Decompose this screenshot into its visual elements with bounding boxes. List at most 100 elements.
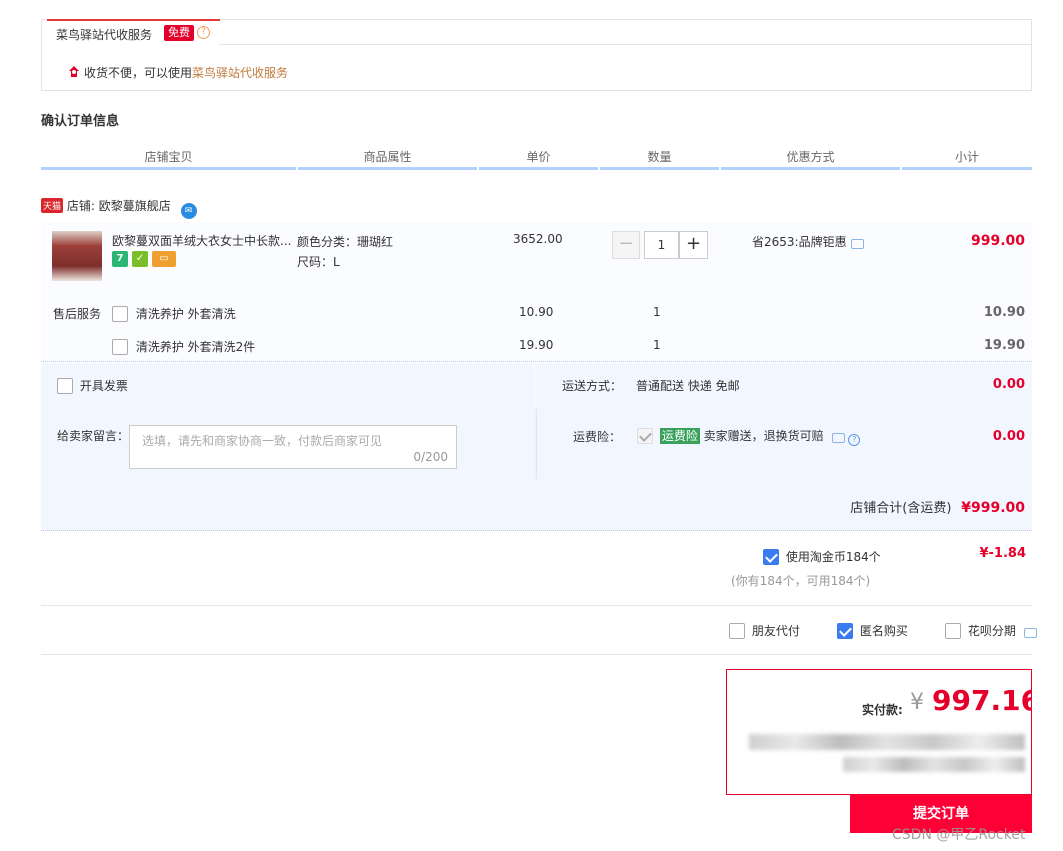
redacted-recipient [843,757,1025,772]
column-header-price: 单价 [479,148,598,170]
insurance-cell: 运费险： 运费险 卖家赠送，退换货可赔 ? 0.00 [536,409,1032,479]
message-placeholder: 选填，请先和商家协商一致，付款后商家可见 [142,434,383,448]
shop-name[interactable]: 店铺: 欧黎蔓旗舰店 [67,199,171,213]
redacted-address [749,734,1025,750]
message-label: 给卖家留言： [57,429,130,443]
shop-row: 天猫 店铺: 欧黎蔓旗舰店 ✉ [41,197,197,219]
invoice-cell: 开具发票 [41,363,535,408]
watermark: CSDN @甲乙Rocket [892,827,1026,843]
after-sales-total: 10.90 [983,305,1025,320]
promotion: 省2653:品牌钜惠 [752,233,864,250]
divider [41,605,1032,606]
section-title: 确认订单信息 [41,114,120,129]
after-sales-qty: 1 [653,305,661,319]
pickup-message-text: 收货不便，可以使用 [84,66,193,80]
promotion-text: 省2653:品牌钜惠 [752,235,847,249]
chat-icon[interactable]: ✉ [180,203,197,219]
after-sales-price: 19.90 [519,338,554,352]
seller-message-input[interactable]: 选填，请先和商家协商一致，付款后商家可见 0/200 [129,425,457,469]
coins-option[interactable]: 使用淘金币184个 [763,548,881,565]
pay-label: 实付款: [862,703,903,717]
after-sales-qty: 1 [653,338,661,352]
shop-total-amount: ¥999.00 [961,500,1025,516]
coins-checkbox[interactable] [763,549,779,565]
pickup-service-box: 菜鸟驿站代收服务 免费 ? 收货不便，可以使用菜鸟驿站代收服务 [41,19,1032,91]
after-sales-total: 19.90 [983,338,1025,353]
friend-pay-checkbox[interactable] [729,623,745,639]
pickup-message: 收货不便，可以使用菜鸟驿站代收服务 [66,64,288,81]
column-header-discount: 优惠方式 [721,148,900,170]
anonymous-option[interactable]: 匿名购买 [837,622,908,639]
column-header-attributes: 商品属性 [298,148,477,170]
insurance-option: 运费险 卖家赠送，退换货可赔 ? [637,427,861,446]
anonymous-checkbox[interactable] [837,623,853,639]
huabei-option[interactable]: 花呗分期 [945,622,1037,639]
pickup-service-tab[interactable]: 菜鸟驿站代收服务 免费 ? [47,19,220,44]
payment-summary: 实付款: ¥ 997.16 [726,669,1032,795]
insurance-amount: 0.00 [992,429,1025,444]
seven-day-return-icon: 7 [112,251,128,267]
after-sales-checkbox[interactable] [112,306,128,322]
comment-icon[interactable] [831,433,845,443]
shipping-cell: 运送方式： 普通配送 快递 免邮 0.00 [536,363,1032,408]
friend-pay-label: 朋友代付 [751,624,800,638]
after-sales-option[interactable]: 清洗养护 外套清洗2件 [112,338,255,355]
free-badge: 免费 [164,25,194,41]
coins-amount: ¥-1.84 [979,546,1026,561]
item-subtotal: 999.00 [970,233,1025,249]
pay-currency: ¥ [910,690,924,715]
quantity-stepper: − 1 + [612,231,708,259]
comment-icon[interactable] [850,239,864,249]
anonymous-label: 匿名购买 [859,624,908,638]
pickup-tab-label: 菜鸟驿站代收服务 [56,28,153,42]
item-panel: 欧黎蔓双面羊绒大衣女士中长款... 7 ✓ ▭ 颜色分类：珊瑚红 尺码：L 36… [41,222,1032,362]
divider [219,44,1032,45]
tmall-badge: 天猫 [41,198,64,213]
after-sales-checkbox[interactable] [112,339,128,355]
column-header-subtotal: 小计 [902,148,1032,170]
invoice-label: 开具发票 [79,379,128,393]
invoice-checkbox[interactable] [57,378,73,394]
product-thumbnail[interactable] [52,231,102,281]
message-cell: 给卖家留言： 选填，请先和商家协商一致，付款后商家可见 0/200 [41,409,535,479]
card-payment-icon: ▭ [152,251,176,267]
after-sales-option-label: 清洗养护 外套清洗 [135,307,236,321]
shipping-method: 普通配送 快递 免邮 [636,379,740,393]
insurance-badge: 运费险 [659,428,700,444]
courier-icon [69,66,79,77]
comment-icon[interactable] [1023,628,1037,638]
after-sales-price: 10.90 [519,305,554,319]
shop-total-label: 店铺合计(含运费) [850,501,952,516]
coins-note: (你有184个，可用184个) [731,574,871,588]
divider [41,654,1032,655]
help-icon[interactable]: ? [197,26,210,39]
insurance-label: 运费险： [573,430,622,444]
shop-total: 店铺合计(含运费) ¥999.00 [850,497,1025,516]
column-header-item: 店铺宝贝 [41,148,296,170]
order-details-block: 开具发票 运送方式： 普通配送 快递 免邮 0.00 给卖家留言： 选填，请先和… [41,363,1032,531]
column-header-quantity: 数量 [600,148,719,170]
product-size: 尺码：L [297,255,340,269]
pay-amount: 997.16 [932,684,1032,717]
huabei-checkbox[interactable] [945,623,961,639]
huabei-label: 花呗分期 [967,624,1016,638]
unit-price: 3652.00 [513,232,563,246]
message-char-count: 0/200 [413,450,448,464]
quantity-input[interactable]: 1 [644,231,679,259]
invoice-option[interactable]: 开具发票 [57,377,128,394]
after-sales-label: 售后服务 [53,307,102,321]
pickup-service-link[interactable]: 菜鸟驿站代收服务 [192,66,288,80]
after-sales-option[interactable]: 清洗养护 外套清洗 [112,305,236,322]
help-icon[interactable]: ? [848,434,861,446]
quantity-increase-button[interactable]: + [679,231,708,259]
product-color: 颜色分类：珊瑚红 [297,235,394,249]
after-sales-option-label: 清洗养护 外套清洗2件 [135,340,256,354]
product-title[interactable]: 欧黎蔓双面羊绒大衣女士中长款... [112,232,294,249]
friend-pay-option[interactable]: 朋友代付 [729,622,800,639]
insurance-text: 卖家赠送，退换货可赔 [703,429,824,443]
quantity-decrease-button[interactable]: − [612,231,640,259]
coins-label: 使用淘金币184个 [785,550,881,564]
guarantee-icon: ✓ [132,251,148,267]
shipping-label: 运送方式： [562,379,623,393]
insurance-checkbox [637,428,653,444]
